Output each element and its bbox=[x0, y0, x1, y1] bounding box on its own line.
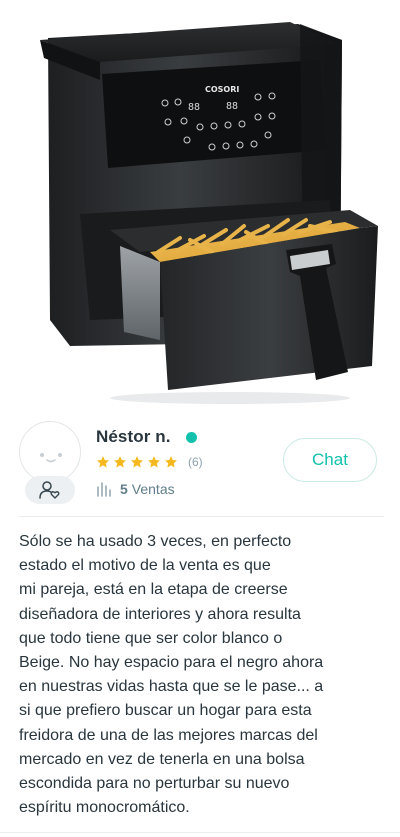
description-line: diseñadora de interiores y ahora resulta bbox=[19, 605, 301, 623]
seller-name[interactable]: Néstor n. bbox=[96, 427, 171, 447]
avatar-badge bbox=[25, 476, 75, 504]
description-line: mercado en vez de tenerla en una bolsa bbox=[19, 750, 305, 768]
seller-rating[interactable]: (6) bbox=[96, 454, 203, 470]
rating-count: (6) bbox=[188, 455, 203, 469]
section-divider bbox=[19, 516, 384, 517]
star-icon bbox=[114, 456, 126, 468]
display-left: 88 bbox=[188, 102, 200, 113]
seller-section: Néstor n. (6) 5 Ventas Chat bbox=[0, 410, 400, 514]
description-line: que todo tiene que ser color blanco o bbox=[19, 629, 283, 647]
user-heart-icon bbox=[39, 481, 60, 499]
product-description: Sólo se ha usado 3 veces, en perfecto es… bbox=[19, 530, 381, 820]
online-dot-icon bbox=[185, 431, 197, 443]
product-image[interactable]: COSORI 88 88 bbox=[0, 0, 400, 410]
chat-button[interactable]: Chat bbox=[283, 438, 377, 482]
description-line: en nuestras vidas hasta que se le pase..… bbox=[19, 678, 324, 696]
star-icon bbox=[165, 456, 177, 468]
air-fryer-illustration: COSORI 88 88 bbox=[40, 22, 378, 404]
sales-label: Ventas bbox=[131, 481, 175, 497]
star-icon bbox=[97, 456, 109, 468]
description-line: Sólo se ha usado 3 veces, en perfecto bbox=[19, 533, 292, 550]
description-line: Beige. No hay espacio para el negro ahor… bbox=[19, 654, 324, 672]
description-line: si que prefiero buscar un hogar para est… bbox=[19, 702, 312, 720]
seller-avatar[interactable] bbox=[19, 421, 81, 483]
star-icon bbox=[131, 456, 143, 468]
bottom-divider bbox=[0, 832, 400, 833]
description-line: freidora de una de las mejores marcas de… bbox=[19, 726, 318, 744]
seller-name-row: Néstor n. bbox=[96, 426, 197, 448]
avatar-face-icon bbox=[40, 453, 62, 463]
brand-label: COSORI bbox=[205, 85, 239, 94]
description-line: mi pareja, está en la etapa de creerse bbox=[19, 581, 288, 599]
description-line: escondida para no perturbar su nuevo bbox=[19, 775, 290, 793]
display-right: 88 bbox=[226, 101, 238, 112]
sales-count: 5 bbox=[120, 481, 128, 497]
bar-chart-icon bbox=[97, 482, 111, 497]
seller-sales: 5 Ventas bbox=[96, 480, 175, 498]
star-icon bbox=[148, 456, 160, 468]
description-line: espíritu monocromático. bbox=[19, 799, 190, 817]
description-line: estado el motivo de la venta es que bbox=[19, 557, 271, 575]
